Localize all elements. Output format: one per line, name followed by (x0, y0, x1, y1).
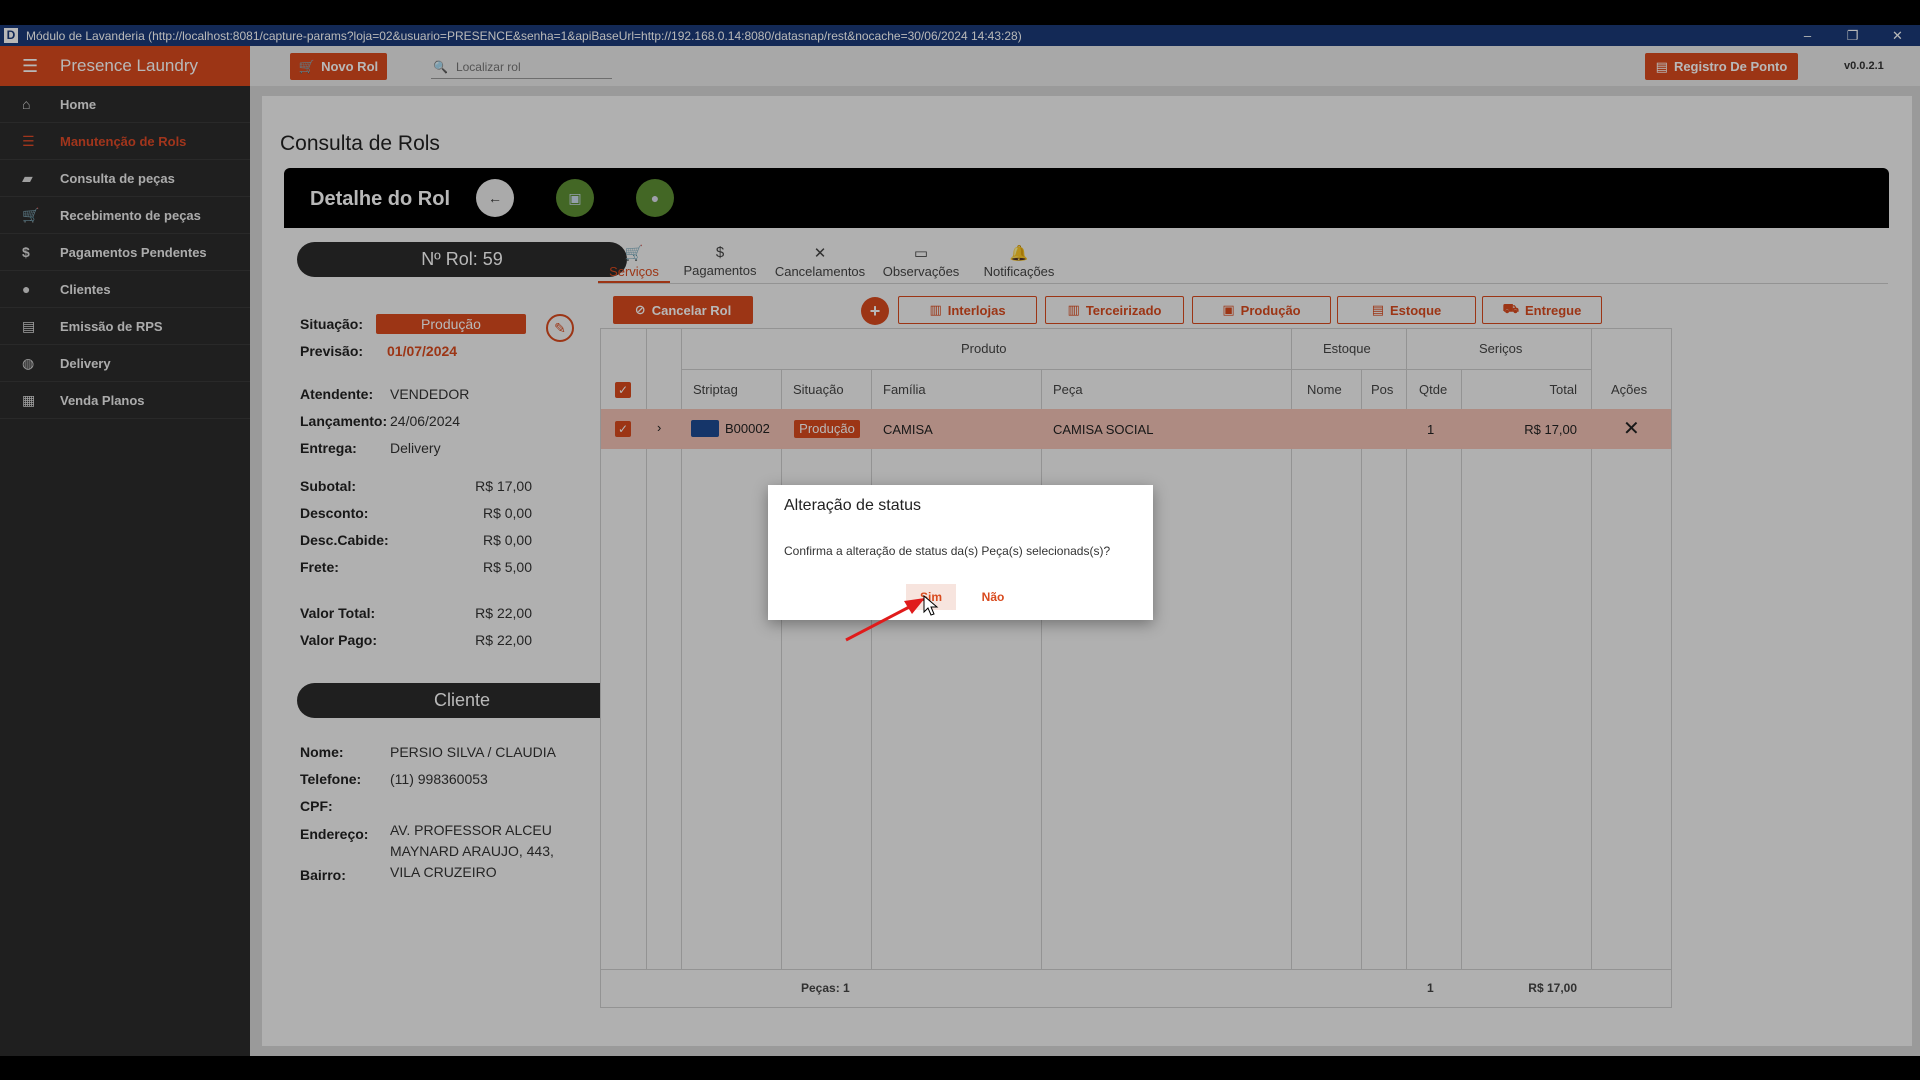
annotation-arrow (845, 594, 939, 642)
mouse-cursor-icon (923, 594, 939, 616)
screen: D Módulo de Lavanderia (http://localhost… (0, 0, 1920, 1080)
arrow-head (904, 598, 925, 614)
arrow-shaft (845, 602, 916, 642)
